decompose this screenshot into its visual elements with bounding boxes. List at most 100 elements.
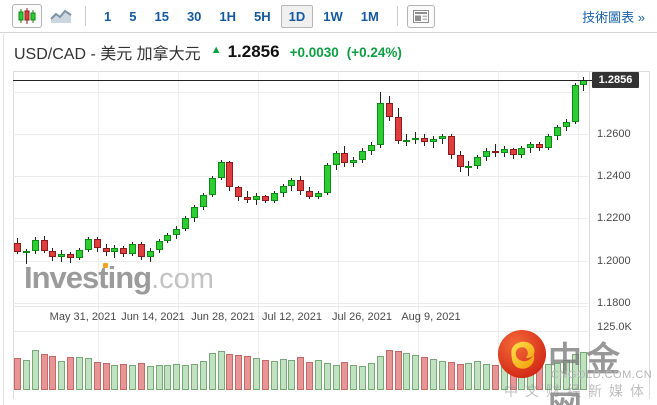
- volume-bar: [191, 363, 198, 390]
- candlestick: [173, 228, 180, 235]
- volume-bar: [386, 349, 393, 390]
- volume-bar: [67, 356, 74, 390]
- volume-bar: [271, 361, 278, 390]
- volume-bar: [395, 351, 402, 390]
- volume-bar: [341, 361, 348, 390]
- candlestick: [377, 102, 384, 145]
- candlestick: [536, 144, 543, 149]
- candlestick: [14, 242, 21, 253]
- candlestick: [315, 192, 322, 197]
- volume-bar: [297, 356, 304, 390]
- candlestick: [572, 85, 579, 122]
- investing-watermark: Investing.com: [24, 260, 214, 295]
- volume-bar: [226, 353, 233, 390]
- candlestick: [554, 127, 561, 136]
- candlestick: [430, 138, 437, 142]
- candlestick: [297, 180, 304, 192]
- candlestick: [510, 149, 517, 156]
- candlestick: [41, 239, 48, 251]
- volume-bar: [359, 366, 366, 390]
- candlestick: [492, 150, 499, 153]
- candlestick: [138, 244, 145, 257]
- candlestick: [457, 154, 464, 168]
- candlestick: [156, 241, 163, 251]
- candlestick: [253, 195, 260, 200]
- current-price-line: [13, 80, 592, 81]
- volume-bar: [218, 351, 225, 390]
- volume-bar: [280, 359, 287, 390]
- volume-bar: [129, 364, 136, 390]
- horizontal-gridline: [13, 218, 588, 219]
- candlestick: [271, 192, 278, 202]
- candle-wick: [468, 161, 469, 176]
- candlestick: [563, 121, 570, 128]
- candlestick: [483, 150, 490, 157]
- candlestick: [386, 102, 393, 117]
- candlestick: [23, 250, 30, 253]
- vertical-gridline: [98, 71, 99, 390]
- candlestick: [85, 239, 92, 250]
- candlestick: [226, 161, 233, 188]
- volume-bar: [306, 361, 313, 390]
- widget-left-edge: [3, 34, 4, 405]
- pane-separator: [13, 306, 588, 307]
- volume-bar: [262, 360, 269, 390]
- volume-bar: [350, 364, 357, 390]
- cngold-domain: CNGOLD.COM.CN: [551, 369, 653, 381]
- candlestick: [545, 135, 552, 149]
- volume-bar: [147, 366, 154, 390]
- volume-bar: [200, 361, 207, 390]
- volume-bar: [138, 362, 145, 390]
- candlestick: [368, 145, 375, 151]
- horizontal-gridline: [13, 303, 588, 304]
- volume-bar: [32, 350, 39, 390]
- candlestick: [403, 139, 410, 142]
- candlestick: [76, 249, 83, 258]
- volume-bar: [41, 353, 48, 390]
- candlestick: [147, 250, 154, 257]
- candle-wick: [433, 135, 434, 149]
- candlestick: [421, 137, 428, 142]
- candlestick: [527, 144, 534, 149]
- candlestick: [350, 159, 357, 164]
- price-chart-area[interactable]: Investing.com 中金网 CNGOLD.COM.CN 中文财经新媒体 …: [0, 0, 657, 405]
- candlestick: [209, 177, 216, 195]
- horizontal-gridline: [13, 92, 588, 93]
- volume-bar: [103, 362, 110, 390]
- volume-bar: [430, 359, 437, 390]
- price-axis-label: 1.2000: [597, 255, 631, 267]
- candlestick: [474, 156, 481, 167]
- candlestick: [448, 135, 455, 155]
- volume-bar: [474, 361, 481, 390]
- vertical-gridline: [258, 71, 259, 390]
- plot-left-border: [13, 71, 14, 399]
- candlestick: [200, 194, 207, 208]
- volume-bar: [465, 362, 472, 390]
- volume-bar: [253, 358, 260, 390]
- candlestick: [359, 150, 366, 160]
- volume-bar: [324, 362, 331, 390]
- price-axis-label: 1.2400: [597, 170, 631, 182]
- candlestick: [244, 196, 251, 200]
- current-price-badge: 1.2856: [592, 72, 639, 88]
- volume-bar: [14, 358, 21, 390]
- candlestick: [32, 239, 39, 251]
- candlestick: [412, 137, 419, 140]
- volume-bar: [111, 364, 118, 390]
- candlestick: [111, 248, 118, 252]
- volume-bar: [377, 355, 384, 390]
- volume-bar: [439, 361, 446, 390]
- candlestick: [262, 195, 269, 202]
- volume-bar: [288, 360, 295, 390]
- volume-bar: [333, 364, 340, 390]
- candlestick: [58, 253, 65, 257]
- candlestick: [280, 186, 287, 193]
- candlestick: [439, 135, 446, 139]
- price-axis-label: 1.1800: [597, 297, 631, 309]
- volume-bar: [244, 355, 251, 390]
- candlestick: [333, 152, 340, 166]
- cngold-logo-icon: [497, 329, 547, 379]
- candlestick: [218, 161, 225, 178]
- candlestick: [501, 149, 508, 153]
- volume-bar: [164, 365, 171, 390]
